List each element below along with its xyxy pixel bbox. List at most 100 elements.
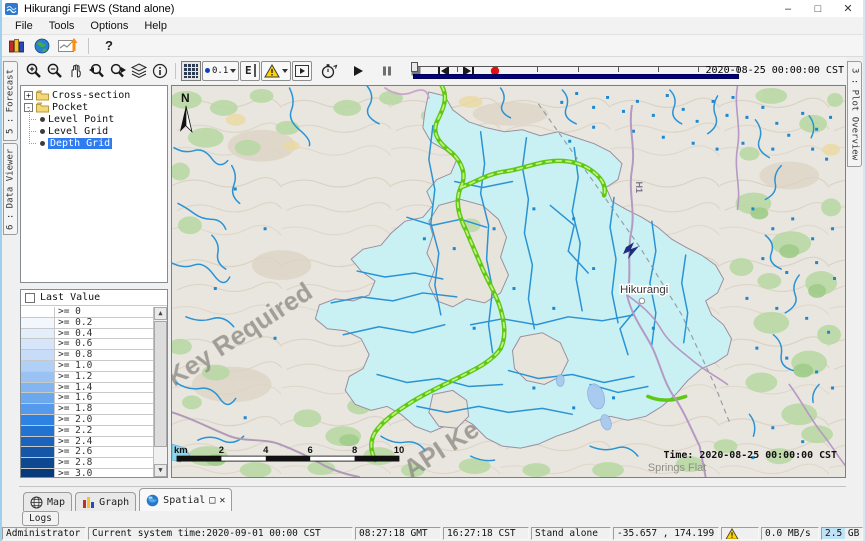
legend-swatch xyxy=(21,318,55,328)
main-toolbar: ? xyxy=(2,35,863,57)
current-datetime: 2020-08-25 00:00:00 CST xyxy=(706,65,844,76)
globe-icon xyxy=(146,494,159,507)
legend-label: >= 1.0 xyxy=(55,361,153,371)
status-local-time: 16:27:18 CST xyxy=(443,527,529,540)
right-tab-strip: 3 : Plot Overview xyxy=(846,57,863,527)
pan-hand-icon[interactable] xyxy=(66,61,86,81)
status-coordinates: -35.657 , 174.199 xyxy=(613,527,719,540)
menu-tools[interactable]: Tools xyxy=(42,18,82,34)
map-toolbar: 0.1 E xyxy=(17,57,848,84)
legend-scrollbar[interactable]: ▲ ▼ xyxy=(153,307,167,477)
logs-button[interactable]: Logs xyxy=(22,511,59,526)
app-logo-icon xyxy=(5,3,18,15)
legend-swatch xyxy=(21,383,55,393)
scroll-down-icon[interactable]: ▼ xyxy=(154,464,167,477)
menu-bar: File Tools Options Help xyxy=(2,17,863,35)
help-button[interactable]: ? xyxy=(99,38,119,53)
tree-leaf-level-grid[interactable]: Level Grid xyxy=(38,125,167,137)
town-label: Hikurangi xyxy=(620,284,668,296)
tree-leaf-label: Level Point xyxy=(48,114,114,125)
zoom-previous-icon[interactable] xyxy=(87,61,107,81)
menu-help[interactable]: Help xyxy=(137,18,174,34)
tree-node-label: Pocket xyxy=(52,102,88,113)
layers-icon[interactable] xyxy=(129,61,149,81)
zoom-next-icon[interactable] xyxy=(108,61,128,81)
svg-text:8: 8 xyxy=(352,445,357,456)
svg-text:km: km xyxy=(174,445,188,456)
layers-tree-panel: + Cross-section - Pocket Level Point Lev… xyxy=(20,85,168,283)
warning-icon xyxy=(264,64,280,78)
town-marker xyxy=(639,298,645,304)
map-canvas[interactable]: API Key Required API Key Required xyxy=(171,85,846,478)
tree-leaf-label: Level Grid xyxy=(48,126,108,137)
zoom-out-icon[interactable] xyxy=(45,61,65,81)
tab-restore-icon[interactable]: □ xyxy=(209,495,215,506)
svg-text:10: 10 xyxy=(394,445,405,456)
tab-plot-overview[interactable]: 3 : Plot Overview xyxy=(847,61,862,167)
legend-label: >= 1.8 xyxy=(55,404,153,414)
time-slider[interactable] xyxy=(411,61,741,80)
animation-player-button[interactable] xyxy=(292,61,312,81)
tab-graph[interactable]: Graph xyxy=(75,492,136,511)
play-button[interactable] xyxy=(348,61,368,81)
time-slider-handle[interactable] xyxy=(411,62,418,72)
timer-icon[interactable] xyxy=(319,61,339,81)
warning-dropdown[interactable] xyxy=(261,61,291,81)
e-label: E xyxy=(245,64,256,77)
tree-node-pocket[interactable]: - Pocket xyxy=(24,101,167,113)
info-icon[interactable] xyxy=(150,61,170,81)
last-value-checkbox[interactable] xyxy=(25,293,35,303)
locality-label: Springs Flat xyxy=(648,462,706,474)
status-memory: 2.5 GB xyxy=(821,527,863,540)
legend-rows: >= 0>= 0.2>= 0.4>= 0.6>= 0.8>= 1.0>= 1.2… xyxy=(21,307,153,477)
application-window: Hikurangi FEWS (Stand alone) – □ ✕ File … xyxy=(0,0,865,542)
status-warning-cell[interactable] xyxy=(721,527,759,540)
tree-leaf-level-point[interactable]: Level Point xyxy=(38,113,167,125)
tab-data-viewer[interactable]: 6 : Data Viewer xyxy=(3,143,18,235)
pause-button[interactable] xyxy=(377,61,397,81)
toolbar-separator xyxy=(175,63,176,79)
toolbar-separator xyxy=(88,38,89,54)
grid-toggle-button[interactable] xyxy=(181,61,201,81)
tree-leaf-label-selected: Depth Grid xyxy=(48,138,112,149)
grid-scale-dropdown[interactable]: 0.1 xyxy=(202,61,239,81)
warning-icon xyxy=(725,528,739,540)
labels-toggle-button[interactable]: E xyxy=(240,61,260,81)
scroll-up-icon[interactable]: ▲ xyxy=(154,307,167,320)
expand-icon[interactable]: + xyxy=(24,91,33,100)
zoom-in-icon[interactable] xyxy=(24,61,44,81)
legend-label: >= 0.2 xyxy=(55,318,153,328)
legend-label: >= 0.4 xyxy=(55,329,153,339)
tree-leaf-depth-grid[interactable]: Depth Grid xyxy=(38,137,167,149)
globe-map-icon[interactable] xyxy=(32,36,52,56)
status-gmt-time: 08:27:18 GMT xyxy=(355,527,441,540)
tree-node-label: Cross-section xyxy=(52,90,130,101)
window-edge xyxy=(0,0,2,542)
legend-swatch xyxy=(21,361,55,371)
tab-map[interactable]: Map xyxy=(23,492,72,511)
maximize-button[interactable]: □ xyxy=(803,0,833,17)
scrollbar-thumb[interactable] xyxy=(154,321,167,447)
close-button[interactable]: ✕ xyxy=(833,0,863,17)
legend-row: >= 0.2 xyxy=(21,318,153,329)
legend-header: Last Value xyxy=(21,290,167,306)
tree-node-cross-section[interactable]: + Cross-section xyxy=(24,89,167,101)
menu-options[interactable]: Options xyxy=(83,18,135,34)
forecast-chart-icon[interactable] xyxy=(58,36,78,56)
legend-swatch xyxy=(21,339,55,349)
legend-row: >= 2.2 xyxy=(21,426,153,437)
tab-spatial[interactable]: Spatial □ ✕ xyxy=(139,488,232,511)
minimize-button[interactable]: – xyxy=(773,0,803,17)
tab-forecast[interactable]: 5 : Forecast xyxy=(3,61,18,141)
bar-chart-icon xyxy=(82,496,95,508)
scale-dot-icon xyxy=(205,68,210,73)
legend-label: >= 0.6 xyxy=(55,339,153,349)
legend-label: >= 2.8 xyxy=(55,458,153,468)
menu-file[interactable]: File xyxy=(8,18,40,34)
bullet-icon xyxy=(40,117,45,122)
tab-close-icon[interactable]: ✕ xyxy=(219,495,225,506)
left-tab-strip: 5 : Forecast 6 : Data Viewer xyxy=(2,57,19,527)
legend-swatch xyxy=(21,415,55,425)
explorer-bars-icon[interactable] xyxy=(6,36,26,56)
legend-label: >= 2.4 xyxy=(55,437,153,447)
